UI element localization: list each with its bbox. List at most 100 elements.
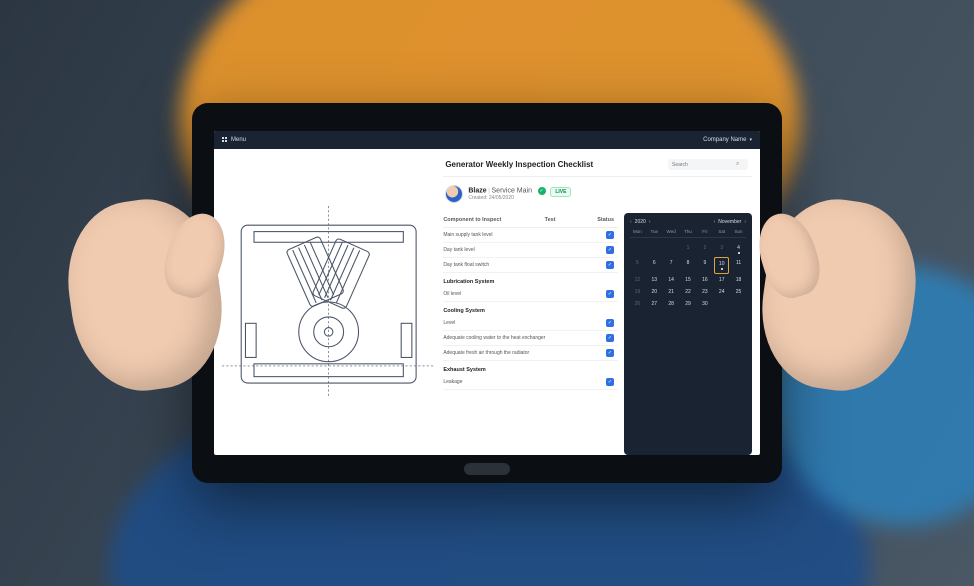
- year-next[interactable]: ›: [649, 219, 651, 225]
- checklist-header: Component to Inspect Test Status: [443, 213, 618, 228]
- company-dropdown[interactable]: Company Name ▾: [703, 137, 752, 143]
- home-button[interactable]: [464, 463, 510, 475]
- calendar-day[interactable]: 4: [731, 242, 746, 257]
- calendar-day[interactable]: 25: [731, 286, 746, 298]
- calendar-day[interactable]: 29: [681, 298, 696, 310]
- row-label: Adequate cooling water to the heat excha…: [443, 335, 606, 341]
- company-label: Company Name: [703, 137, 746, 143]
- calendar: ‹ 2020 › ‹ November › MonTueWedThuFriSat…: [624, 213, 752, 455]
- calendar-day[interactable]: 30: [697, 298, 712, 310]
- calendar-day[interactable]: 10: [714, 257, 729, 274]
- title-row: Generator Weekly Inspection Checklist ⌕: [443, 157, 752, 177]
- topbar: Menu Company Name ▾: [214, 131, 760, 149]
- dow-cell: Fri: [697, 229, 712, 234]
- checklist-body: Main supply tank level✓Day tank level✓Da…: [443, 228, 618, 390]
- engine-diagram: [222, 206, 435, 398]
- status-checkbox[interactable]: ✓: [606, 334, 614, 342]
- calendar-day: [664, 242, 679, 257]
- calendar-day[interactable]: 11: [731, 257, 746, 274]
- right-panel: Generator Weekly Inspection Checklist ⌕ …: [443, 149, 760, 455]
- calendar-week: 567891011: [630, 257, 746, 274]
- live-badge: LIVE: [550, 187, 571, 197]
- calendar-day[interactable]: 18: [731, 274, 746, 286]
- calendar-header: ‹ 2020 › ‹ November ›: [630, 219, 746, 225]
- calendar-day[interactable]: 19: [630, 286, 645, 298]
- dow-cell: Mon: [630, 229, 645, 234]
- avatar[interactable]: [445, 185, 463, 203]
- content: Generator Weekly Inspection Checklist ⌕ …: [214, 149, 760, 455]
- row-label: Adequate fresh air through the radiator: [443, 350, 606, 356]
- calendar-day[interactable]: 23: [697, 286, 712, 298]
- status-checkbox[interactable]: ✓: [606, 319, 614, 327]
- calendar-year: 2020: [635, 219, 646, 225]
- menu-label: Menu: [231, 137, 246, 143]
- calendar-day[interactable]: 22: [681, 286, 696, 298]
- month-next[interactable]: ›: [744, 219, 746, 225]
- owner-row: Blaze | Service Main ✓ LIVE Created: 24/…: [443, 183, 752, 207]
- checklist-row: Adequate cooling water to the heat excha…: [443, 331, 618, 346]
- row-label: Level: [443, 320, 606, 326]
- page-title: Generator Weekly Inspection Checklist: [445, 160, 593, 169]
- status-checkbox[interactable]: ✓: [606, 246, 614, 254]
- checklist-row: Adequate fresh air through the radiator✓: [443, 346, 618, 361]
- calendar-week: 2627282930: [630, 298, 746, 310]
- col-test: Test: [545, 217, 588, 223]
- menu-button[interactable]: Menu: [222, 137, 246, 143]
- verified-icon: ✓: [538, 187, 546, 195]
- checklist-row: Main supply tank level✓: [443, 228, 618, 243]
- calendar-day[interactable]: 9: [697, 257, 712, 274]
- calendar-day[interactable]: 5: [630, 257, 645, 274]
- dow-cell: Sun: [731, 229, 746, 234]
- month-prev[interactable]: ‹: [714, 219, 716, 225]
- calendar-day[interactable]: 17: [714, 274, 729, 286]
- owner-context: Service Main: [492, 188, 532, 195]
- section-title: Cooling System: [443, 308, 618, 314]
- row-label: Leakage: [443, 379, 606, 385]
- status-checkbox[interactable]: ✓: [606, 378, 614, 386]
- status-checkbox[interactable]: ✓: [606, 290, 614, 298]
- section-title: Lubrication System: [443, 279, 618, 285]
- status-checkbox[interactable]: ✓: [606, 231, 614, 239]
- dow-cell: Tue: [647, 229, 662, 234]
- year-prev[interactable]: ‹: [630, 219, 632, 225]
- checklist-row: Leakage✓: [443, 375, 618, 390]
- status-checkbox[interactable]: ✓: [606, 349, 614, 357]
- calendar-day[interactable]: 12: [630, 274, 645, 286]
- calendar-day: [731, 298, 746, 310]
- diagram-panel: [214, 149, 443, 455]
- calendar-day[interactable]: 27: [647, 298, 662, 310]
- calendar-day[interactable]: 14: [664, 274, 679, 286]
- col-status: Status: [588, 217, 618, 223]
- calendar-day[interactable]: 8: [681, 257, 696, 274]
- year-nav: ‹ 2020 ›: [630, 219, 650, 225]
- calendar-day[interactable]: 13: [647, 274, 662, 286]
- row-label: Day tank float switch: [443, 262, 606, 268]
- calendar-day[interactable]: 21: [664, 286, 679, 298]
- calendar-day[interactable]: 3: [714, 242, 729, 257]
- calendar-week: 19202122232425: [630, 286, 746, 298]
- checklist-row: Level✓: [443, 316, 618, 331]
- calendar-day: [630, 242, 645, 257]
- calendar-day[interactable]: 2: [697, 242, 712, 257]
- row-label: Day tank level: [443, 247, 606, 253]
- status-checkbox[interactable]: ✓: [606, 261, 614, 269]
- checklist: Component to Inspect Test Status Main su…: [443, 213, 618, 455]
- calendar-day[interactable]: 24: [714, 286, 729, 298]
- owner-name: Blaze: [468, 188, 486, 195]
- month-nav: ‹ November ›: [714, 219, 746, 225]
- calendar-day[interactable]: 26: [630, 298, 645, 310]
- search-box[interactable]: ⌕: [668, 159, 748, 170]
- calendar-day[interactable]: 28: [664, 298, 679, 310]
- calendar-day[interactable]: 16: [697, 274, 712, 286]
- calendar-day[interactable]: 7: [664, 257, 679, 274]
- section-title: Exhaust System: [443, 367, 618, 373]
- search-input[interactable]: [672, 162, 732, 168]
- calendar-day[interactable]: 20: [647, 286, 662, 298]
- calendar-day[interactable]: 6: [647, 257, 662, 274]
- calendar-day[interactable]: 1: [681, 242, 696, 257]
- calendar-grid: 1234567891011121314151617181920212223242…: [630, 242, 746, 310]
- search-icon: ⌕: [736, 161, 739, 168]
- lower: Component to Inspect Test Status Main su…: [443, 213, 752, 455]
- calendar-day[interactable]: 15: [681, 274, 696, 286]
- calendar-month: November: [718, 219, 741, 225]
